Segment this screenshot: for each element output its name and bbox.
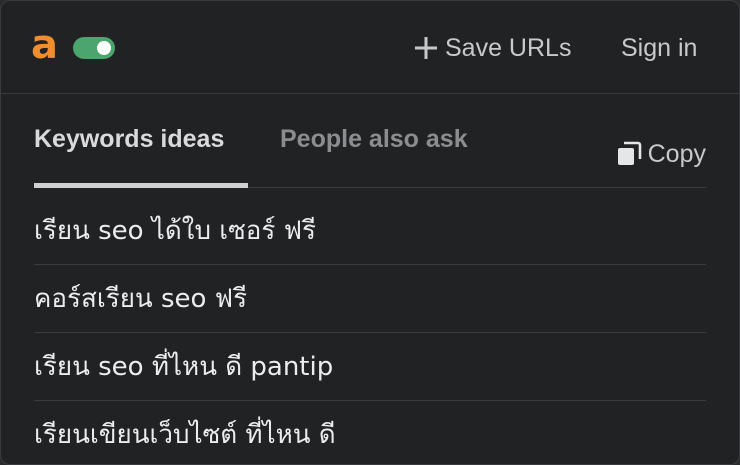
list-item[interactable]: เรียน seo ได้ใบ เซอร์ ฟรี: [34, 197, 706, 265]
keyword-list: เรียน seo ได้ใบ เซอร์ ฟรี คอร์สเรียน seo…: [34, 197, 706, 464]
logo: a: [31, 22, 58, 68]
top-bar: a Save URLs Sign in: [1, 1, 739, 94]
tab-people-also-ask[interactable]: People also ask: [280, 125, 468, 154]
list-item[interactable]: เรียนเขียนเว็บไซต์ ที่ไหน ดี: [34, 401, 706, 464]
list-item[interactable]: เรียน seo ที่ไหน ดี pantip: [34, 333, 706, 401]
save-urls-button[interactable]: Save URLs: [413, 31, 571, 65]
copy-button[interactable]: Copy: [616, 137, 706, 171]
tab-keywords-ideas[interactable]: Keywords ideas: [34, 125, 224, 154]
enable-toggle[interactable]: [73, 37, 115, 59]
copy-icon: [617, 141, 641, 165]
plus-icon: [415, 37, 437, 59]
save-urls-label: Save URLs: [445, 33, 572, 62]
sign-in-link[interactable]: Sign in: [621, 31, 697, 65]
list-item[interactable]: คอร์สเรียน seo ฟรี: [34, 265, 706, 333]
extension-panel: a Save URLs Sign in Keywords ideas Peopl…: [0, 0, 740, 465]
active-tab-indicator: [34, 183, 248, 188]
copy-label: Copy: [647, 139, 706, 168]
toggle-knob: [97, 41, 111, 55]
tab-bar: Keywords ideas People also ask Copy: [34, 113, 706, 188]
